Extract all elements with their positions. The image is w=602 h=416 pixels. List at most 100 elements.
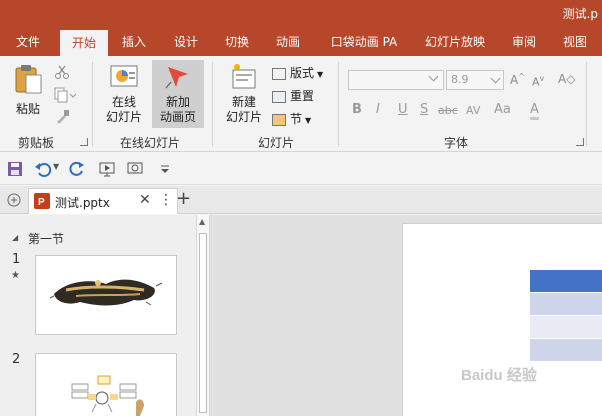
text-shadow-button[interactable]: S	[420, 102, 428, 117]
document-tab-strip: P 测试.pptx ✕ ⋮ +	[0, 186, 602, 214]
new-animation-label-line2: 动画页	[159, 110, 196, 124]
format-painter-button[interactable]	[54, 109, 70, 128]
shrink-font-button[interactable]: Av	[532, 74, 544, 89]
tab-transitions[interactable]: 切换	[217, 28, 257, 56]
online-slide-label-line1: 在线	[111, 95, 136, 109]
dropdown-arrow-icon: ▼	[305, 116, 312, 125]
slide-thumbnail-1[interactable]	[35, 255, 177, 335]
clipboard-icon	[15, 65, 42, 94]
new-animation-page-button[interactable]: 新加 动画页	[152, 60, 204, 128]
powerpoint-file-icon: P	[34, 193, 50, 209]
section-button[interactable]: 节 ▼	[272, 110, 311, 127]
slide-number: 1	[12, 252, 21, 267]
font-size-combo[interactable]: 8.9	[446, 70, 504, 90]
font-group-label: 字体	[444, 136, 469, 150]
grow-font-button[interactable]: A^	[510, 72, 525, 87]
table-row[interactable]	[530, 316, 602, 338]
tab-pocket-animation[interactable]: 口袋动画 PA	[326, 28, 402, 56]
clipboard-group-label: 剪贴板	[18, 136, 55, 150]
watermark-text: Baidu 经验	[461, 367, 537, 384]
current-slide-canvas[interactable]: Baidu 经验	[402, 223, 602, 416]
document-tab-name: 测试.pptx	[55, 196, 110, 210]
new-animation-icon	[165, 67, 188, 89]
paste-label: 粘贴	[15, 102, 40, 116]
font-name-combo[interactable]	[348, 70, 444, 90]
layout-label: 版式	[290, 66, 315, 80]
group-separator	[92, 62, 93, 146]
slide-thumbnail-2[interactable]	[35, 353, 177, 416]
section-name[interactable]: 第一节	[28, 230, 64, 247]
scrollbar-thumb[interactable]	[199, 233, 207, 413]
paste-button[interactable]: 粘贴	[8, 62, 48, 124]
new-tab-icon[interactable]: +	[176, 188, 191, 209]
clear-formatting-icon: A◇	[558, 72, 576, 86]
from-beginning-icon[interactable]	[98, 160, 116, 178]
tab-menu-icon[interactable]	[6, 192, 22, 208]
paintbrush-icon	[57, 110, 69, 124]
document-tab[interactable]: P 测试.pptx ✕ ⋮	[28, 188, 178, 214]
tab-review[interactable]: 审阅	[505, 28, 543, 56]
new-slide-label-line1: 新建	[231, 95, 256, 109]
italic-button[interactable]: I	[376, 102, 380, 117]
animation-star-icon: ★	[11, 270, 20, 281]
new-slide-label-line2: 幻灯片	[225, 110, 262, 124]
tab-insert[interactable]: 插入	[114, 28, 154, 56]
section-collapse-icon[interactable]: ◢	[12, 233, 18, 242]
group-separator	[586, 62, 587, 146]
tab-options-icon[interactable]: ⋮	[159, 192, 173, 208]
tab-design[interactable]: 设计	[166, 28, 206, 56]
close-tab-icon[interactable]: ✕	[139, 192, 151, 208]
reset-button[interactable]: 重置	[272, 87, 314, 104]
tab-view[interactable]: 视图	[556, 28, 594, 56]
group-separator	[338, 62, 339, 146]
redo-icon[interactable]	[68, 160, 86, 178]
section-icon	[272, 113, 286, 126]
window-title: 测试.p	[562, 7, 598, 21]
tab-home[interactable]: 开始	[60, 30, 108, 56]
slides-group-label: 幻灯片	[258, 136, 295, 150]
online-slides-group-label: 在线幻灯片	[120, 136, 181, 150]
clear-formatting-button[interactable]: A◇	[558, 72, 575, 86]
customize-toolbar-icon[interactable]	[156, 160, 174, 178]
underline-button[interactable]: U	[398, 102, 408, 117]
tab-file[interactable]: 文件	[6, 28, 50, 56]
slide-2-diagram	[71, 375, 144, 416]
new-slide-button[interactable]: 新建 幻灯片	[218, 60, 270, 128]
table-header-row[interactable]	[530, 270, 602, 292]
cut-button[interactable]	[54, 64, 70, 83]
change-case-button[interactable]: Aa	[494, 102, 511, 117]
reset-icon	[272, 90, 286, 103]
slide-1-image	[49, 279, 163, 306]
strikethrough-button[interactable]: abc	[438, 104, 458, 117]
copy-button[interactable]	[54, 87, 77, 106]
save-icon[interactable]	[6, 160, 24, 178]
slide-thumbnail-pane: ◢ 第一节 1 ★ 2	[0, 215, 196, 416]
font-dialog-launcher[interactable]	[576, 138, 584, 146]
online-slide-label-line2: 幻灯片	[105, 110, 142, 124]
clipboard-dialog-launcher[interactable]	[80, 138, 88, 146]
copy-icon	[54, 87, 77, 103]
tab-slideshow[interactable]: 幻灯片放映	[420, 28, 490, 56]
title-bar: 测试.p	[0, 0, 602, 28]
character-spacing-button[interactable]: AV	[466, 104, 480, 117]
new-animation-label-line1: 新加	[165, 95, 190, 109]
bold-button[interactable]: B	[352, 102, 362, 117]
undo-icon[interactable]	[34, 160, 52, 178]
table-row[interactable]	[530, 293, 602, 315]
scroll-up-arrow-icon[interactable]: ▲	[199, 217, 205, 226]
grow-font-label: A	[510, 73, 519, 87]
undo-dropdown-arrow-icon[interactable]: ▼	[53, 162, 59, 171]
svg-text:P: P	[38, 197, 45, 208]
font-size-value: 8.9	[451, 73, 469, 86]
tab-animations[interactable]: 动画	[268, 28, 308, 56]
font-color-button[interactable]: A	[530, 102, 539, 120]
present-icon[interactable]	[126, 160, 144, 178]
layout-button[interactable]: 版式 ▼	[272, 64, 323, 81]
online-slide-button[interactable]: 在线 幻灯片	[98, 60, 150, 128]
ribbon-tab-bar: 文件 开始 插入 设计 切换 动画 口袋动画 PA 幻灯片放映 审阅 视图	[0, 28, 602, 56]
new-slide-icon	[232, 64, 256, 89]
chevron-down-icon	[490, 73, 501, 84]
table-row[interactable]	[530, 339, 602, 361]
reset-label: 重置	[290, 89, 315, 103]
thumbnail-pane-scrollbar[interactable]: ▲	[196, 215, 210, 416]
